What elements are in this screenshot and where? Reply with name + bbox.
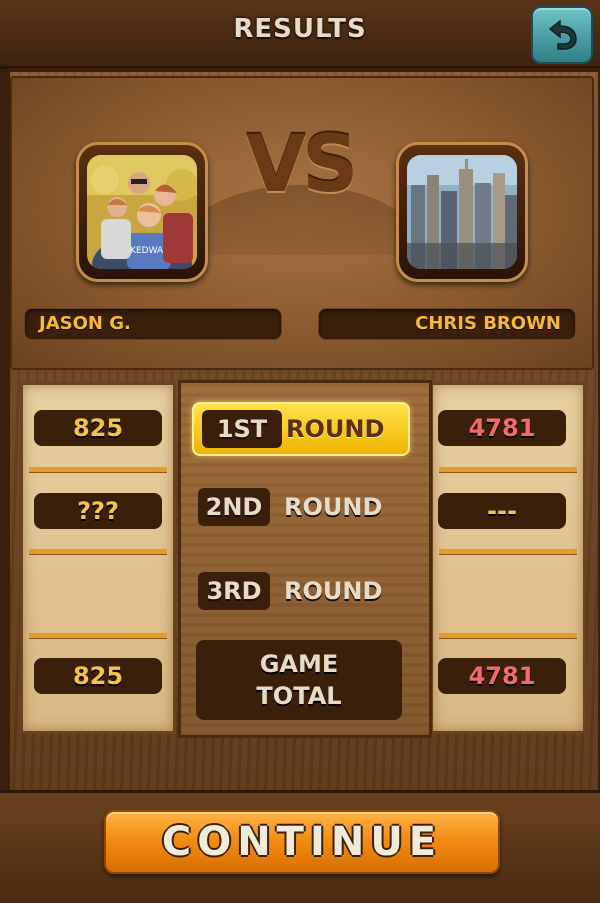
round-1-number: 1ST — [202, 410, 282, 448]
divider — [29, 549, 167, 554]
game-total-label: GAME TOTAL — [196, 640, 402, 720]
family-photo: KEDWAY — [87, 155, 197, 269]
game-total-line2: TOTAL — [256, 682, 342, 710]
player1-avatar: KEDWAY — [76, 142, 208, 282]
player2-avatar — [396, 142, 528, 282]
round-2-number: 2ND — [198, 488, 270, 526]
continue-button[interactable]: CONTINUE — [104, 810, 500, 874]
player2-name: CHRIS BROWN — [415, 313, 561, 334]
round-2-row[interactable]: 2ND ROUND — [192, 482, 406, 532]
round-3-number: 3RD — [198, 572, 270, 610]
city-skyline-photo — [407, 155, 517, 269]
player2-total-score: 4781 — [438, 658, 566, 694]
divider — [29, 633, 167, 638]
divider — [439, 633, 577, 638]
back-button[interactable] — [531, 6, 593, 64]
round-1-row[interactable]: 1ST ROUND — [192, 402, 410, 456]
player2-round1-score: 4781 — [438, 410, 566, 446]
player1-total-score: 825 — [34, 658, 162, 694]
divider — [29, 467, 167, 472]
game-total-line1: GAME — [259, 650, 339, 678]
player1-round1-score: 825 — [34, 410, 162, 446]
player1-round2-score: ??? — [34, 493, 162, 529]
svg-text:KEDWAY: KEDWAY — [130, 246, 168, 256]
round-3-row[interactable]: 3RD ROUND — [192, 566, 406, 616]
divider — [439, 549, 577, 554]
player1-name-bar: JASON G. — [24, 308, 282, 340]
round-1-label: ROUND — [286, 415, 385, 443]
player2-name-bar: CHRIS BROWN — [318, 308, 576, 340]
player2-round2-score: --- — [438, 493, 566, 529]
page-title: RESULTS — [233, 14, 367, 44]
round-2-label: ROUND — [284, 493, 383, 521]
divider — [439, 467, 577, 472]
vs-label: VS — [245, 120, 359, 210]
player1-name: JASON G. — [39, 313, 131, 334]
round-3-label: ROUND — [284, 577, 383, 605]
undo-arrow-icon — [548, 19, 577, 50]
